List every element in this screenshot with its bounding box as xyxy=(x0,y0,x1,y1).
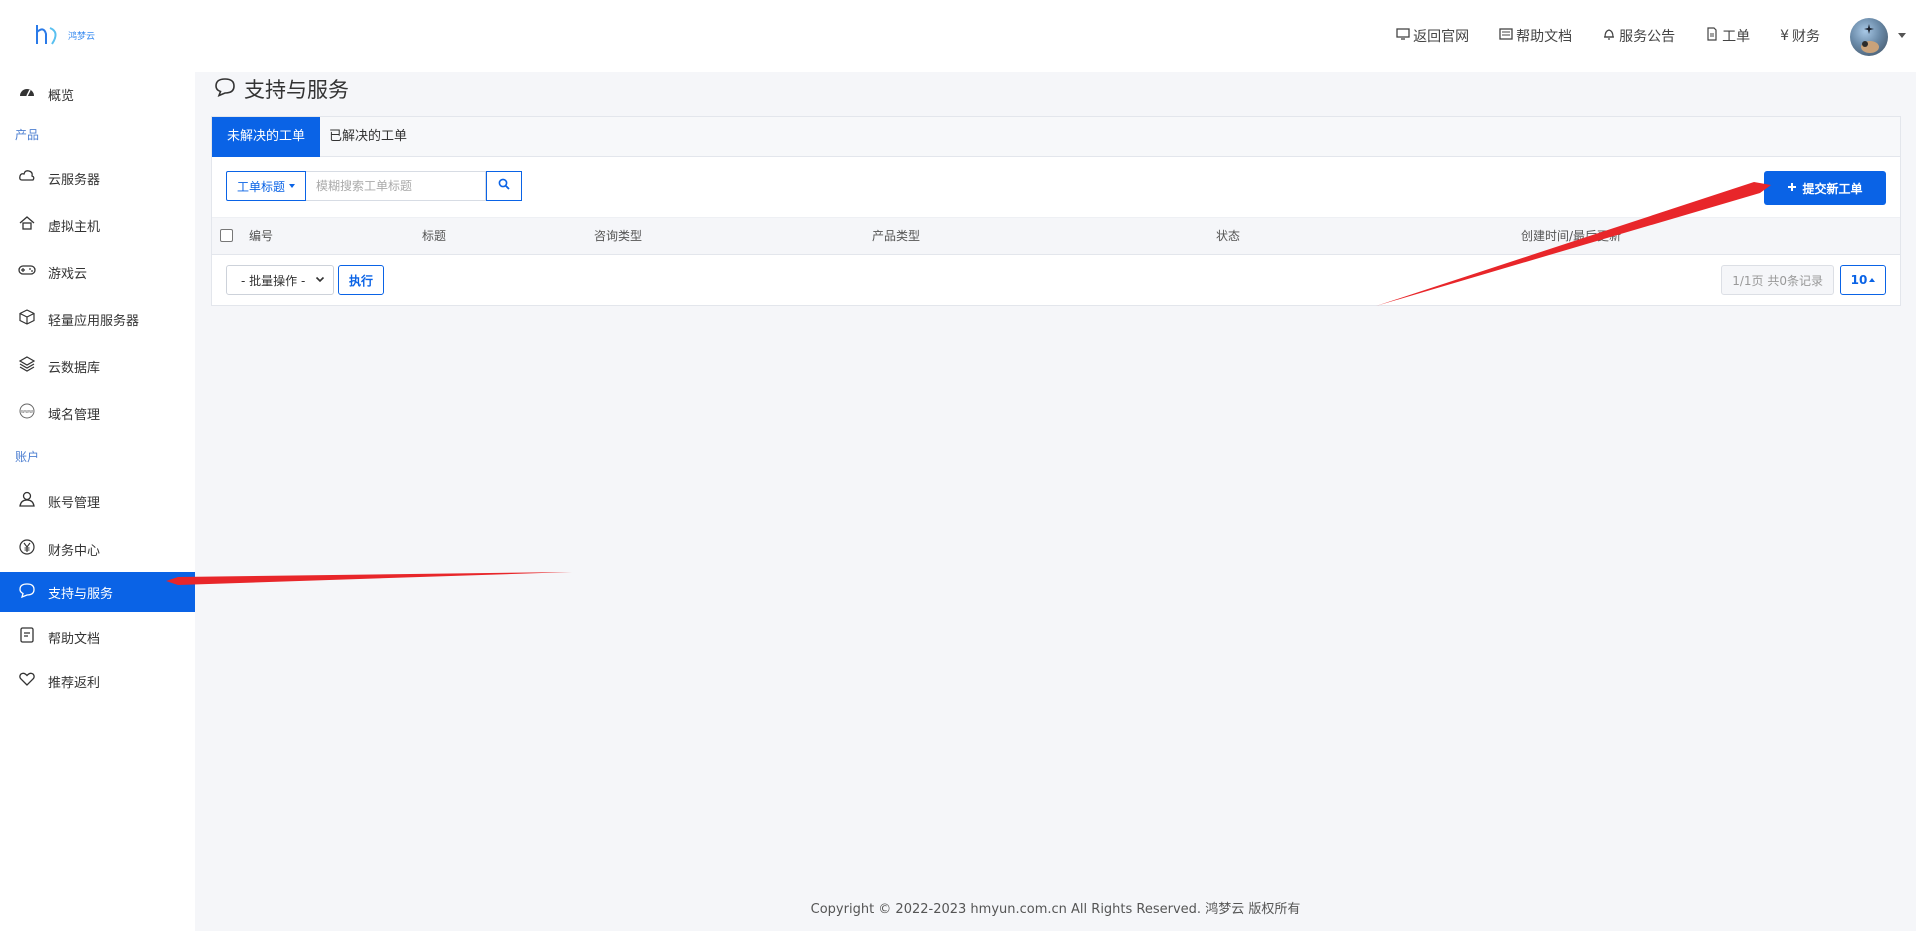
dashboard-icon xyxy=(18,83,36,105)
chat-icon xyxy=(214,76,236,103)
submit-ticket-button[interactable]: 提交新工单 xyxy=(1764,171,1886,205)
sidebar-item-cloud-server[interactable]: 云服务器 xyxy=(0,158,195,198)
logo-text: 鸿梦云 xyxy=(68,31,96,42)
sidebar-item-support[interactable]: 支持与服务 xyxy=(0,572,195,612)
column-header: 状态 xyxy=(1216,229,1241,243)
column-header: 标题 xyxy=(422,229,447,243)
yen-circle-icon xyxy=(18,538,36,560)
sidebar-item-label: 轻量应用服务器 xyxy=(48,313,140,329)
column-header: 创建时间/最后更新 xyxy=(1521,229,1622,243)
caret-up-icon xyxy=(1869,278,1876,282)
bell-icon xyxy=(1602,27,1616,45)
search-icon xyxy=(498,178,510,194)
sidebar-item-label: 游戏云 xyxy=(48,266,88,282)
top-bar: 鸿梦云 返回官网 帮助文档 服务公告 工单 ¥ 财务 xyxy=(0,0,1916,72)
page-title: 支持与服务 xyxy=(214,74,349,104)
chevron-down-icon[interactable] xyxy=(1898,33,1906,38)
page-title-text: 支持与服务 xyxy=(244,78,349,102)
tab-resolved[interactable]: 已解决的工单 xyxy=(314,117,422,157)
search-field-label: 工单标题 xyxy=(237,179,286,194)
caret-down-icon xyxy=(289,184,296,188)
nav-announcements[interactable]: 服务公告 xyxy=(1602,26,1675,46)
svg-text:www: www xyxy=(21,409,33,415)
chevron-down-icon xyxy=(315,273,325,287)
column-header: 咨询类型 xyxy=(594,229,643,243)
execute-button[interactable]: 执行 xyxy=(338,265,384,295)
bulk-action-select[interactable]: - 批量操作 - xyxy=(226,265,334,295)
sidebar-group-products: 产品 xyxy=(15,128,40,142)
logo-icon xyxy=(34,22,62,48)
arrow-to-sidebar xyxy=(166,572,572,585)
monitor-icon xyxy=(1396,27,1410,45)
sidebar-item-finance-center[interactable]: 财务中心 xyxy=(0,529,195,569)
nav-finance[interactable]: ¥ 财务 xyxy=(1780,26,1820,46)
chat-icon xyxy=(18,581,36,603)
column-header: 产品类型 xyxy=(872,229,921,243)
column-header: 编号 xyxy=(249,229,274,243)
user-icon xyxy=(18,490,36,512)
sidebar-item-label: 虚拟主机 xyxy=(48,219,101,235)
cloud-server-icon xyxy=(18,167,36,189)
nav-official-site-label: 返回官网 xyxy=(1413,29,1470,45)
www-icon: www xyxy=(18,402,36,424)
footer-copyright: Copyright © 2022-2023 hmyun.com.cn All R… xyxy=(810,902,1301,917)
search-input[interactable] xyxy=(306,171,487,201)
gamepad-icon xyxy=(18,261,36,283)
search-bar: 工单标题 xyxy=(226,171,523,201)
nav-tickets[interactable]: 工单 xyxy=(1705,26,1750,46)
sidebar-item-label: 概览 xyxy=(48,88,75,104)
sidebar-item-label: 账号管理 xyxy=(48,495,101,511)
sidebar-item-referral[interactable]: 推荐返利 xyxy=(0,661,195,701)
document-icon xyxy=(18,626,36,648)
sidebar-item-label: 云服务器 xyxy=(48,172,101,188)
layers-icon xyxy=(18,355,36,377)
sidebar-item-label: 帮助文档 xyxy=(48,631,101,647)
sidebar-item-account-management[interactable]: 账号管理 xyxy=(0,481,195,521)
plus-icon xyxy=(1787,181,1797,195)
select-all-checkbox[interactable] xyxy=(220,229,233,242)
sidebar-item-domain-management[interactable]: www 域名管理 xyxy=(0,393,195,433)
search-field-dropdown[interactable]: 工单标题 xyxy=(226,171,307,201)
yen-icon: ¥ xyxy=(1780,28,1789,44)
avatar[interactable] xyxy=(1850,18,1888,56)
pagination-info: 1/1页 共0条记录 xyxy=(1721,265,1834,295)
sidebar-item-label: 推荐返利 xyxy=(48,675,101,691)
nav-tickets-label: 工单 xyxy=(1722,29,1751,45)
file-icon xyxy=(1705,27,1719,45)
sidebar-group-account: 账户 xyxy=(15,450,40,464)
book-icon xyxy=(1499,27,1513,45)
page-size-value: 10 xyxy=(1850,273,1868,287)
cube-icon xyxy=(18,308,36,330)
logo[interactable]: 鸿梦云 xyxy=(34,22,95,48)
nav-help-docs[interactable]: 帮助文档 xyxy=(1499,26,1572,46)
nav-announcements-label: 服务公告 xyxy=(1619,29,1676,45)
sidebar-item-help-docs[interactable]: 帮助文档 xyxy=(0,617,195,657)
sidebar: 概览 产品 云服务器 虚拟主机 游戏云 轻量应用服务器 云数据库 www 域名管… xyxy=(0,72,195,931)
nav-help-docs-label: 帮助文档 xyxy=(1516,29,1573,45)
nav-finance-label: 财务 xyxy=(1792,29,1820,45)
virtual-host-icon xyxy=(18,214,36,236)
search-button[interactable] xyxy=(486,171,523,201)
page-size-select[interactable]: 10 xyxy=(1840,265,1886,295)
top-nav: 返回官网 帮助文档 服务公告 工单 ¥ 财务 xyxy=(1396,26,1820,46)
sidebar-item-game-cloud[interactable]: 游戏云 xyxy=(0,252,195,292)
table-header: 编号 标题 咨询类型 产品类型 状态 创建时间/最后更新 xyxy=(212,217,1900,255)
tabs: 未解决的工单 已解决的工单 xyxy=(212,117,1900,157)
sidebar-item-label: 财务中心 xyxy=(48,543,101,559)
heart-icon xyxy=(18,670,36,692)
nav-official-site[interactable]: 返回官网 xyxy=(1396,26,1469,46)
submit-ticket-label: 提交新工单 xyxy=(1802,181,1863,196)
tickets-panel: 未解决的工单 已解决的工单 工单标题 提交新工单 编号 标题 咨询类型 产品类型… xyxy=(211,116,1901,306)
sidebar-item-label: 支持与服务 xyxy=(48,586,114,602)
bulk-action-value: - 批量操作 - xyxy=(241,273,306,288)
sidebar-item-cloud-database[interactable]: 云数据库 xyxy=(0,346,195,386)
sidebar-item-virtual-host[interactable]: 虚拟主机 xyxy=(0,205,195,245)
sidebar-item-label: 域名管理 xyxy=(48,407,101,423)
sidebar-item-overview[interactable]: 概览 xyxy=(0,74,195,114)
sidebar-item-lightweight-server[interactable]: 轻量应用服务器 xyxy=(0,299,195,339)
sidebar-item-label: 云数据库 xyxy=(48,360,101,376)
tab-unresolved[interactable]: 未解决的工单 xyxy=(212,117,321,157)
